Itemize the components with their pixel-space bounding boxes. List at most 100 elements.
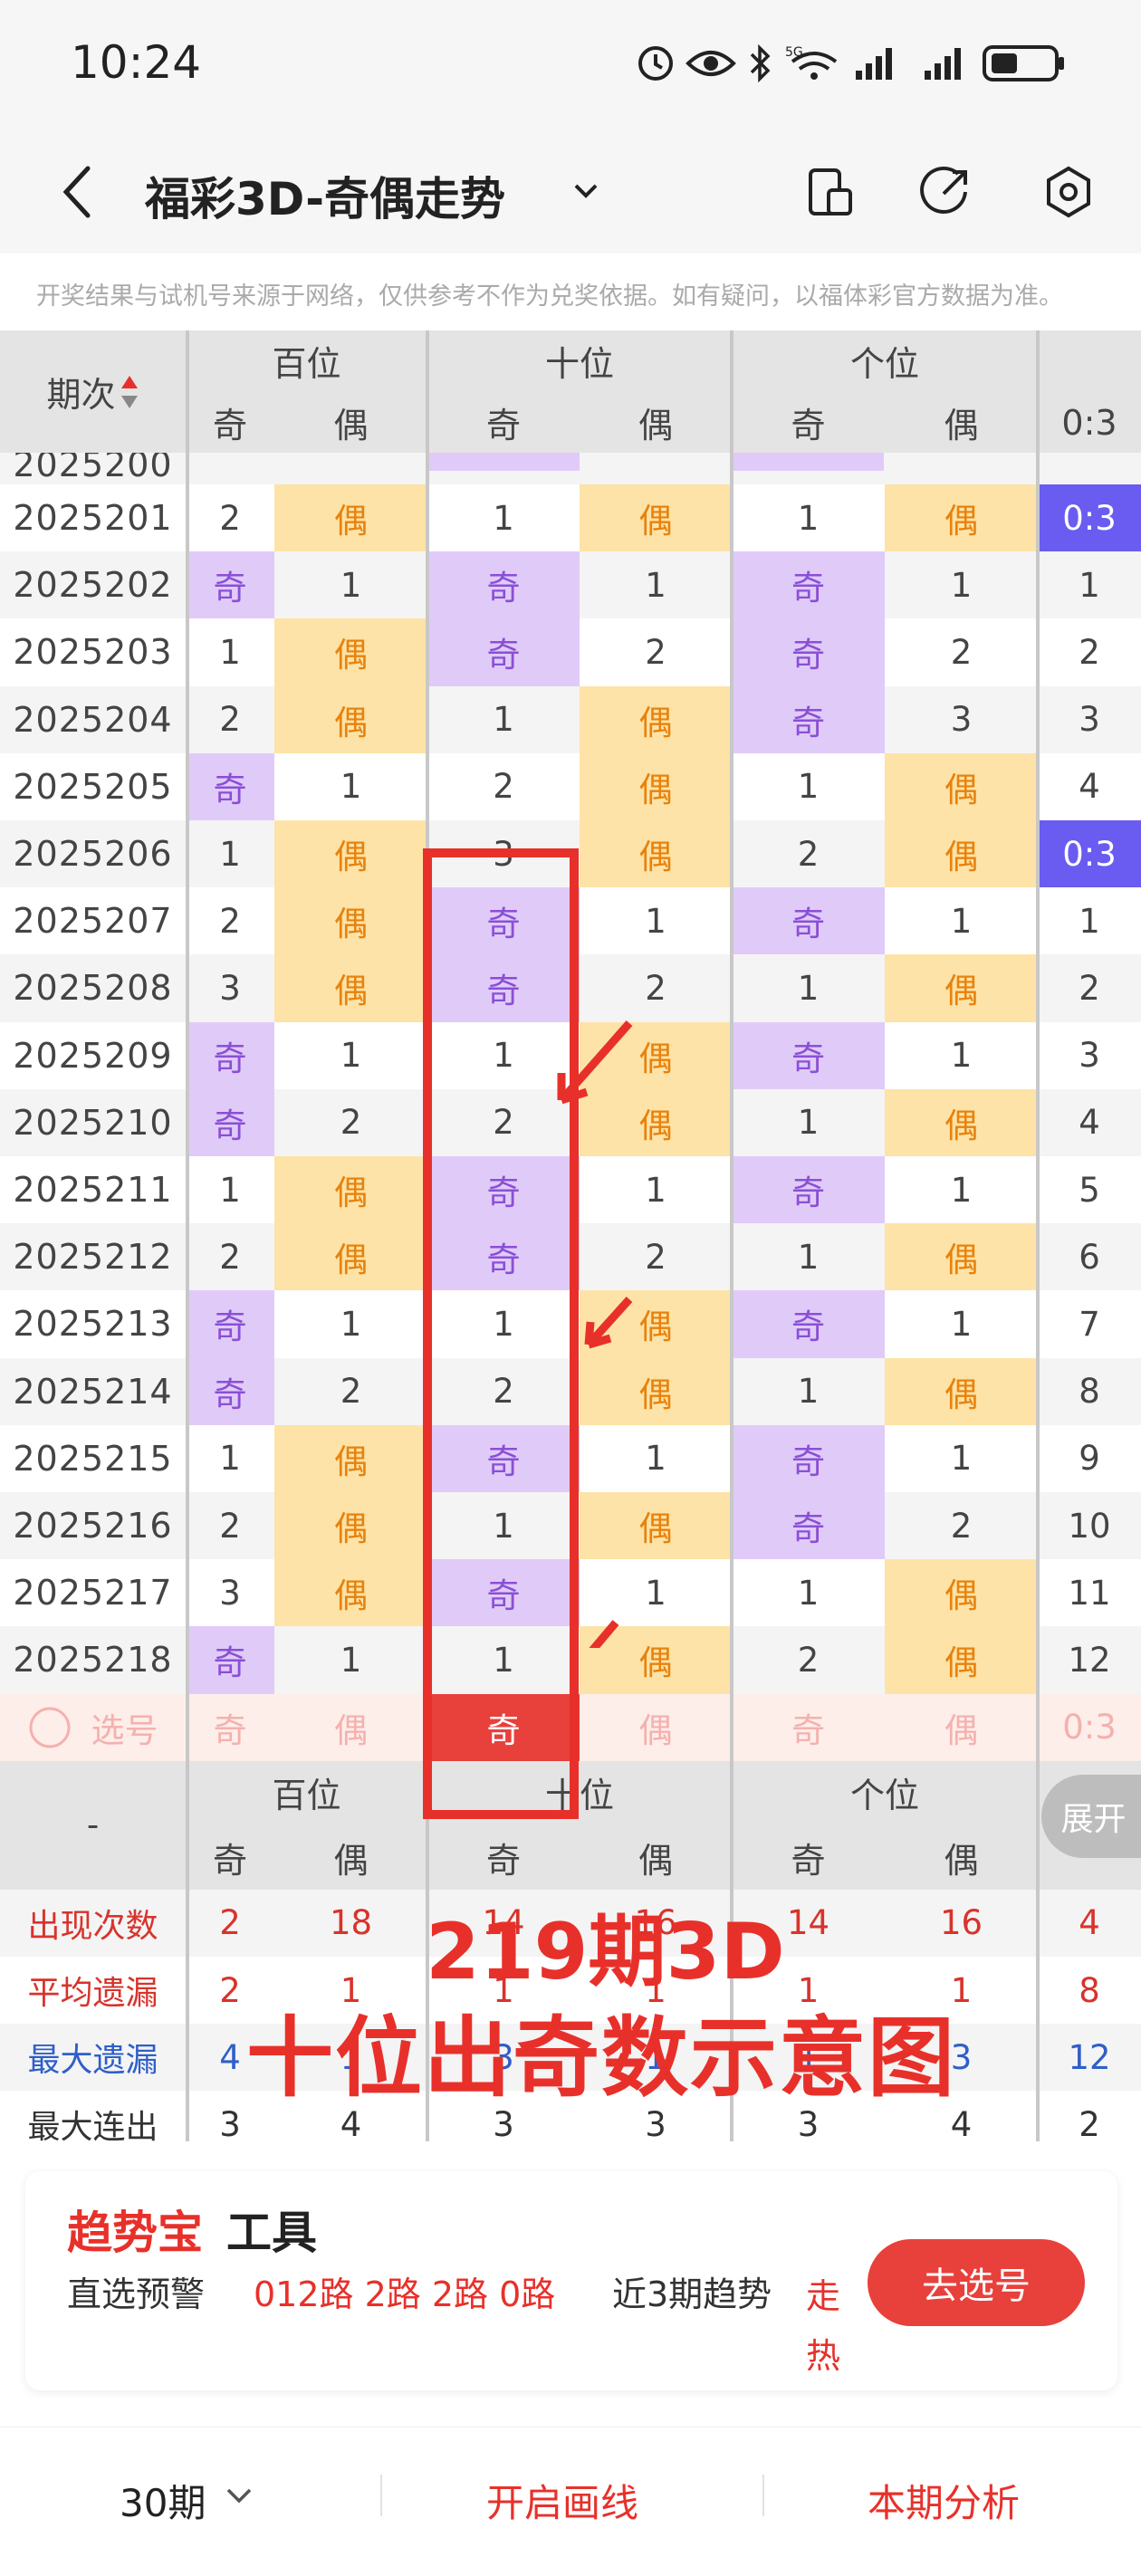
trend-cell: 1 xyxy=(732,1223,885,1291)
stats-label: 出现次数 xyxy=(0,1889,186,1957)
bottom-bar: 30期 开启画线 本期分析 xyxy=(0,2427,1141,2576)
trend-cell: 偶 xyxy=(885,1223,1038,1291)
trend-cell: 1 xyxy=(885,1424,1038,1492)
period-cell: 2025211 xyxy=(0,1156,186,1224)
trend-cell: 1 xyxy=(1038,551,1141,619)
period-cell: 2025214 xyxy=(0,1357,186,1425)
column-divider xyxy=(1036,330,1040,2141)
chevron-down-icon[interactable] xyxy=(563,168,609,213)
trend-cell: 1 xyxy=(732,1559,885,1627)
trend-cell: 奇 xyxy=(732,1290,885,1358)
trend-cell: 偶 xyxy=(580,484,732,552)
trend-cell: 2 xyxy=(186,887,274,955)
trend-cell: 偶 xyxy=(885,1626,1038,1694)
back-arrow-icon[interactable] xyxy=(50,156,104,228)
stats-cell: 4 xyxy=(1038,1889,1141,1957)
settings-icon[interactable] xyxy=(1040,163,1098,221)
period-analysis-button[interactable]: 本期分析 xyxy=(868,2473,1020,2528)
trend-cell: 1 xyxy=(580,887,732,955)
trend-cell: 奇 xyxy=(427,551,580,619)
trend-cell: 2 xyxy=(186,685,274,753)
trend-cell: 2 xyxy=(732,820,885,888)
page-title[interactable]: 福彩3D-奇偶走势 xyxy=(145,163,505,228)
sub-header: 偶 xyxy=(580,392,732,453)
trend-cell: 2 xyxy=(732,1626,885,1694)
trend-cell: 1 xyxy=(274,1626,427,1694)
select-cell[interactable]: 偶 xyxy=(274,1693,427,1761)
trend-cell: 奇 xyxy=(732,685,885,753)
stats-cell: 18 xyxy=(274,1889,427,1957)
radio-circle-icon[interactable] xyxy=(28,1706,72,1749)
trend-cell: 1 xyxy=(186,618,274,686)
period-cell: 2025209 xyxy=(0,1021,186,1089)
period-column-header[interactable]: 期次 xyxy=(0,330,186,453)
expand-button[interactable]: 展开 xyxy=(1041,1774,1141,1858)
trend-cell: 1 xyxy=(274,551,427,619)
chevron-down-icon[interactable] xyxy=(221,2477,257,2517)
trend-cell: 奇 xyxy=(186,551,274,619)
signal-icon-2 xyxy=(922,45,969,81)
group-header: 个位 xyxy=(732,330,1038,390)
trend-cell: 偶 xyxy=(274,820,427,888)
stats-label: 平均遗漏 xyxy=(0,1957,186,2025)
trend-cell: 3 xyxy=(885,685,1038,753)
select-cell[interactable]: 0:3 xyxy=(1038,1693,1141,1761)
select-label: 选号 xyxy=(91,1710,158,1750)
trend-cell: 偶 xyxy=(274,685,427,753)
trend-cell: 3 xyxy=(186,954,274,1022)
data-source-notice: 开奖结果与试机号来源于网络，仅供参考不作为兑奖依据。如有疑问，以福体彩官方数据为… xyxy=(36,282,1063,311)
trend-cell: 偶 xyxy=(274,954,427,1022)
period-cell: 2025213 xyxy=(0,1290,186,1358)
share-icon[interactable] xyxy=(916,163,974,221)
select-cell[interactable]: 偶 xyxy=(580,1693,732,1761)
trend-cell: 偶 xyxy=(274,618,427,686)
pointer-arrows xyxy=(557,1020,633,1648)
card-label-trend: 近3期趋势 xyxy=(612,2274,772,2314)
period-cell: 2025210 xyxy=(0,1088,186,1156)
sub-header: 偶 xyxy=(274,392,427,453)
trend-cell: 奇 xyxy=(186,1290,274,1358)
trend-cell: 偶 xyxy=(274,887,427,955)
draw-line-button[interactable]: 开启画线 xyxy=(486,2473,638,2528)
trend-cell: 2 xyxy=(580,954,732,1022)
group-header: 十位 xyxy=(427,330,732,390)
footer-sub-header: 奇 xyxy=(732,1825,885,1890)
cell-partial xyxy=(732,453,884,471)
trend-cell: 1 xyxy=(427,484,580,552)
select-cell[interactable]: 奇 xyxy=(732,1693,885,1761)
phone-switch-icon[interactable] xyxy=(801,163,859,221)
trend-cell: 1 xyxy=(732,954,885,1022)
trend-cell: 偶 xyxy=(885,820,1038,888)
period-cell: 2025212 xyxy=(0,1223,186,1291)
trend-cell: 奇 xyxy=(732,1492,885,1560)
annotation-line2: 十位出奇数示意图 xyxy=(246,2007,956,2109)
go-select-button[interactable]: 去选号 xyxy=(868,2239,1085,2326)
select-cell[interactable]: 奇 xyxy=(186,1693,274,1761)
trend-cell: 偶 xyxy=(274,1223,427,1291)
period-selector-label[interactable]: 30期 xyxy=(120,2473,206,2528)
trend-cell: 2 xyxy=(274,1357,427,1425)
select-cell[interactable]: 偶 xyxy=(885,1693,1038,1761)
select-row-label[interactable]: 选号 xyxy=(0,1693,186,1761)
cell-partial xyxy=(427,453,580,471)
trend-cell: 偶 xyxy=(885,1088,1038,1156)
period-cell: 2025202 xyxy=(0,551,186,619)
column-divider xyxy=(730,330,734,2141)
sort-icon[interactable] xyxy=(120,372,139,412)
trend-cell: 2 xyxy=(274,1088,427,1156)
alarm-icon xyxy=(634,45,677,81)
footer-sub-header: 偶 xyxy=(580,1825,732,1890)
trend-cell: 奇 xyxy=(732,1021,885,1089)
trend-cell: 1 xyxy=(274,752,427,820)
trend-cell: 2 xyxy=(580,618,732,686)
status-time: 10:24 xyxy=(71,36,202,89)
trend-cell: 2 xyxy=(1038,954,1141,1022)
column-divider xyxy=(186,330,189,2141)
trend-cell: 偶 xyxy=(580,820,732,888)
trend-cell: 偶 xyxy=(274,1559,427,1627)
trend-cell: 2 xyxy=(186,1492,274,1560)
sub-header: 奇 xyxy=(186,392,274,453)
period-cell: 2025216 xyxy=(0,1492,186,1560)
sub-header: 奇 xyxy=(427,392,580,453)
trend-cell: 3 xyxy=(186,1559,274,1627)
